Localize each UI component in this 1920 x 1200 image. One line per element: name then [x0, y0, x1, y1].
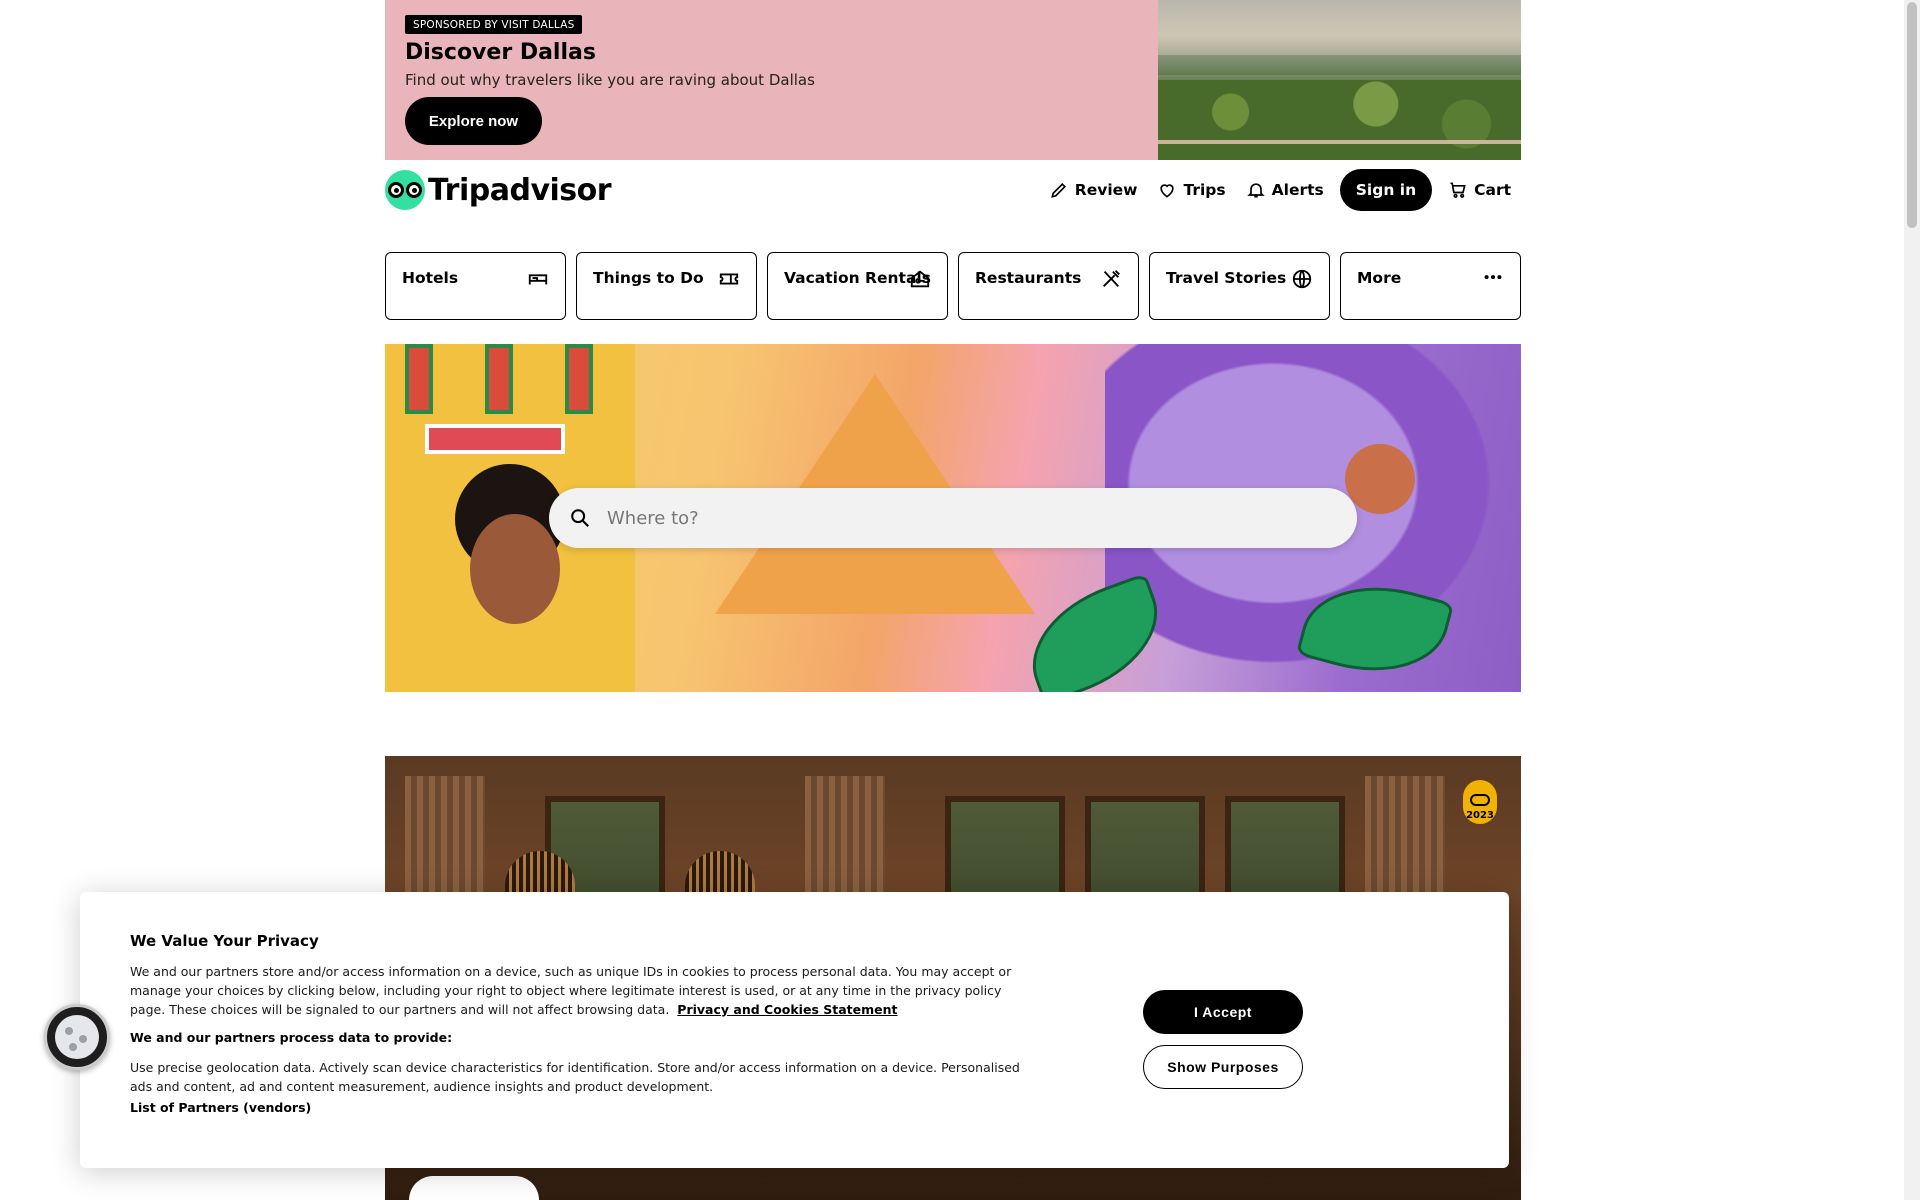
house-key-icon: [910, 270, 930, 288]
cookie-purposes-heading: We and our partners process data to prov…: [130, 1030, 453, 1045]
partners-list-link[interactable]: List of Partners (vendors): [130, 1100, 311, 1115]
tab-label: Travel Stories: [1166, 269, 1287, 287]
top-navigation: Review Trips Alerts Sign in Cart: [1039, 169, 1521, 211]
privacy-statement-link[interactable]: Privacy and Cookies Statement: [677, 1002, 897, 1017]
logo-wordmark: Tripadvisor: [428, 172, 612, 208]
owl-logo-icon: [385, 170, 425, 210]
scrollbar-thumb[interactable]: [1907, 2, 1917, 228]
cookie-settings-button[interactable]: [44, 1004, 110, 1070]
see-the-list-button[interactable]: See the list: [409, 1176, 539, 1200]
sponsored-tag: SPONSORED BY VISIT DALLAS: [405, 15, 583, 34]
alerts-link[interactable]: Alerts: [1236, 169, 1334, 211]
alerts-label: Alerts: [1271, 181, 1324, 199]
cookie-consent-dialog: We Value Your Privacy We and our partner…: [80, 892, 1509, 1168]
promo-image-horizon: [1158, 55, 1521, 75]
utensils-icon: [1103, 270, 1120, 287]
travelers-choice-award-badge: 2023: [1463, 780, 1497, 824]
trips-link[interactable]: Trips: [1147, 169, 1235, 211]
hero-person-face: [470, 514, 560, 624]
tab-label: Things to Do: [593, 269, 704, 287]
cookie-purposes-text: Use precise geolocation data. Actively s…: [130, 1060, 1020, 1094]
tab-vacation-rentals[interactable]: Vacation Rentals: [767, 252, 948, 320]
tab-label: Hotels: [402, 269, 459, 287]
cookie-title: We Value Your Privacy: [130, 932, 319, 950]
owl-icon: [1470, 794, 1490, 806]
sponsored-banner[interactable]: SPONSORED BY VISIT DALLAS Discover Dalla…: [385, 0, 1521, 160]
trips-label: Trips: [1183, 181, 1226, 199]
promo-subtitle: Find out why travelers like you are ravi…: [405, 71, 815, 89]
heart-icon: [1160, 184, 1175, 198]
bed-icon: [528, 274, 548, 285]
show-purposes-button[interactable]: Show Purposes: [1143, 1045, 1303, 1089]
cookie-icon: [55, 1015, 99, 1059]
tab-things-to-do[interactable]: Things to Do: [576, 252, 757, 320]
search-icon: [571, 509, 589, 527]
tab-travel-stories[interactable]: Travel Stories: [1149, 252, 1330, 320]
promo-image-railing: [1158, 140, 1521, 144]
globe-icon: [1292, 269, 1312, 289]
sign-in-button[interactable]: Sign in: [1339, 169, 1433, 211]
ellipsis-icon: [1484, 275, 1502, 280]
award-year: 2023: [1466, 810, 1494, 821]
cookie-body: We and our partners store and/or access …: [130, 962, 1030, 1019]
hero-surfer-head: [1345, 444, 1415, 514]
review-label: Review: [1074, 181, 1138, 199]
tripadvisor-logo[interactable]: Tripadvisor: [385, 169, 612, 211]
bell-icon: [1246, 183, 1265, 198]
ticket-icon: [719, 273, 739, 285]
tab-more[interactable]: More: [1340, 252, 1521, 320]
cart-label: Cart: [1474, 181, 1511, 199]
review-link[interactable]: Review: [1039, 169, 1148, 211]
promo-image: [1158, 0, 1521, 160]
tab-hotels[interactable]: Hotels: [385, 252, 566, 320]
tab-label: Restaurants: [975, 269, 1082, 287]
search-input[interactable]: [607, 507, 1307, 529]
promo-image-trees: [1158, 80, 1521, 160]
tab-label: More: [1357, 269, 1402, 287]
search-bar[interactable]: [549, 488, 1357, 548]
category-tabs: Hotels Things to Do Vacation Rentals Res…: [385, 252, 1521, 320]
cart-icon: [1450, 182, 1466, 198]
vertical-scrollbar[interactable]: [1904, 0, 1920, 1200]
promo-title: Discover Dallas: [405, 40, 596, 65]
accept-button[interactable]: I Accept: [1143, 990, 1303, 1034]
pencil-icon: [1050, 182, 1066, 198]
cart-link[interactable]: Cart: [1438, 169, 1521, 211]
tab-restaurants[interactable]: Restaurants: [958, 252, 1139, 320]
explore-now-button[interactable]: Explore now: [405, 97, 542, 145]
